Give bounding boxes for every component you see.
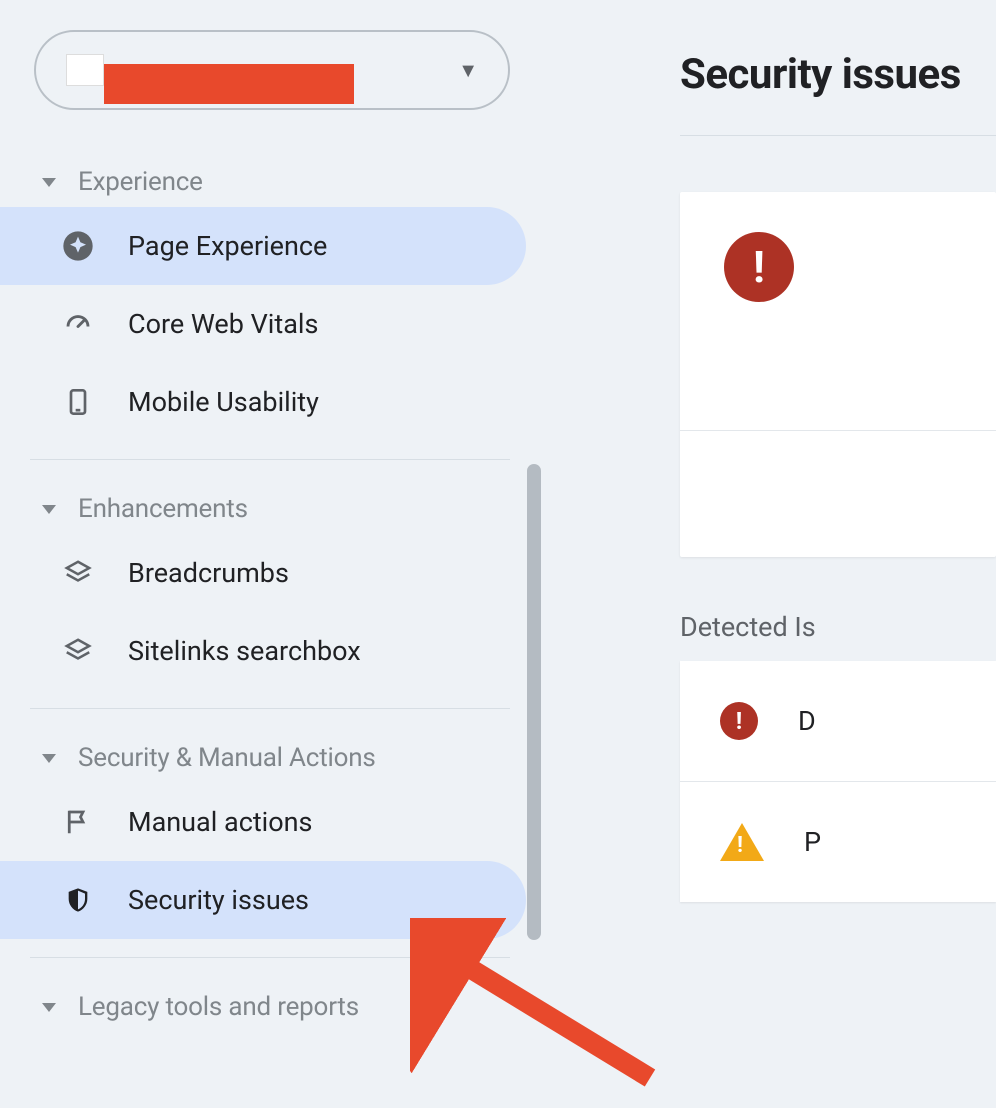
main: Security issues ! Detected Is ! D P	[540, 0, 996, 1108]
detected-issues-label: Detected Is	[680, 611, 996, 643]
nav-item-label: Manual actions	[128, 806, 312, 838]
property-thumbnail	[66, 54, 104, 86]
nav-item-page-experience[interactable]: Page Experience	[0, 207, 526, 285]
divider	[680, 135, 996, 136]
nav-item-manual-actions[interactable]: Manual actions	[0, 783, 526, 861]
section-header-label: Experience	[78, 167, 203, 197]
section-header-experience[interactable]: Experience	[0, 157, 540, 207]
flag-icon	[62, 806, 94, 838]
nav-item-label: Mobile Usability	[128, 386, 319, 418]
nav-item-security-issues[interactable]: Security issues	[0, 861, 526, 939]
redaction-block	[104, 64, 354, 104]
divider	[30, 708, 510, 709]
warning-icon	[720, 823, 764, 861]
shield-icon	[62, 884, 94, 916]
chevron-down-icon	[42, 754, 56, 763]
nav-item-mobile-usability[interactable]: Mobile Usability	[0, 363, 526, 441]
nav-item-label: Security issues	[128, 884, 309, 916]
nav-item-label: Core Web Vitals	[128, 308, 318, 340]
page-title: Security issues	[680, 0, 996, 135]
chevron-down-icon	[42, 178, 56, 187]
section-header-label: Security & Manual Actions	[78, 743, 376, 773]
nav-item-core-web-vitals[interactable]: Core Web Vitals	[0, 285, 526, 363]
nav-item-label: Breadcrumbs	[128, 557, 289, 589]
nav-item-breadcrumbs[interactable]: Breadcrumbs	[0, 534, 526, 612]
issue-text: D	[798, 705, 816, 737]
layers-icon	[62, 557, 94, 589]
chevron-down-icon	[42, 1003, 56, 1012]
section-header-label: Enhancements	[78, 494, 248, 524]
nav-item-label: Page Experience	[128, 230, 327, 262]
issue-text: P	[804, 826, 821, 858]
layers-icon	[62, 635, 94, 667]
sidebar: y.co… ▼ Experience Page Experience Core …	[0, 0, 540, 1108]
nav-item-label: Sitelinks searchbox	[128, 635, 361, 667]
gauge-icon	[62, 308, 94, 340]
error-icon: !	[724, 232, 794, 302]
mobile-icon	[62, 386, 94, 418]
nav-item-sitelinks-searchbox[interactable]: Sitelinks searchbox	[0, 612, 526, 690]
section-header-legacy[interactable]: Legacy tools and reports	[0, 982, 540, 1032]
section-header-enhancements[interactable]: Enhancements	[0, 484, 540, 534]
issues-list: ! D P	[680, 661, 996, 902]
divider	[30, 459, 510, 460]
property-picker[interactable]: y.co… ▼	[34, 30, 510, 110]
issue-item-error[interactable]: ! D	[680, 661, 996, 781]
error-icon: !	[720, 702, 758, 740]
section-header-label: Legacy tools and reports	[78, 992, 359, 1022]
section-header-security-manual[interactable]: Security & Manual Actions	[0, 733, 540, 783]
chevron-down-icon: ▼	[458, 58, 478, 83]
issue-item-warning[interactable]: P	[680, 782, 996, 902]
scrollbar-thumb[interactable]	[527, 464, 541, 940]
chevron-down-icon	[42, 505, 56, 514]
sparkle-icon	[62, 230, 94, 262]
divider	[30, 957, 510, 958]
summary-card: !	[680, 192, 996, 557]
